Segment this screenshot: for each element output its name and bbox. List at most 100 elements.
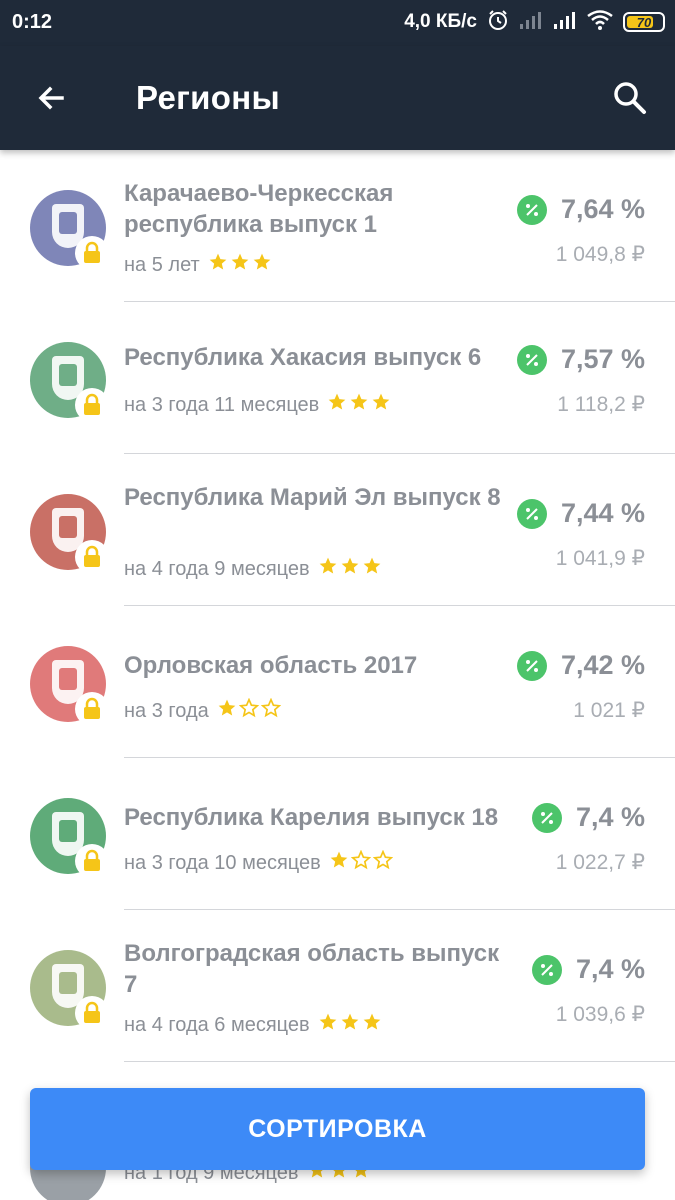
star-filled-icon [349,392,369,418]
alarm-icon [487,9,509,36]
star-outline-icon [238,697,260,724]
rating-stars [329,849,394,876]
search-button[interactable] [610,78,650,118]
yield-block: 7,4 % [531,802,645,833]
region-emblem [30,950,109,1030]
bond-term-line: на 3 года [124,697,282,724]
bond-list: Карачаево-Черкесская республика выпуск 1… [0,150,675,1062]
percent-icon [516,194,547,225]
star-filled-icon [340,556,360,582]
region-emblem [30,646,109,726]
star-filled-icon [362,556,382,582]
list-item[interactable]: Республика Марий Эл выпуск 8 на 4 года 9 … [0,454,675,606]
yield-block: 7,64 % [516,194,645,225]
list-item[interactable]: Волгоградская область выпуск 7 на 4 года … [0,910,675,1062]
list-item[interactable]: Республика Хакасия выпуск 6 на 3 года 11 … [0,302,675,454]
bond-name: Республика Карелия выпуск 18 [124,804,499,831]
list-item[interactable]: Орловская область 2017 на 3 года 7,42 % 1 0… [0,606,675,758]
percent-icon [531,954,562,985]
rating-stars [318,1012,382,1038]
bond-term-line: на 5 лет [124,252,272,278]
star-filled-icon [371,392,391,418]
star-filled-icon [252,252,272,278]
star-filled-icon [327,392,347,418]
star-filled-icon [318,1012,338,1038]
percent-icon [516,650,547,681]
lock-icon [75,540,109,574]
bond-yield: 7,42 % [560,650,645,680]
bond-yield: 7,44 % [560,498,645,528]
bond-price: 1 039,6 ₽ [555,1003,645,1026]
rating-stars [318,556,382,582]
list-item[interactable]: Карачаево-Черкесская республика выпуск 1… [0,150,675,302]
region-emblem [30,190,109,270]
star-filled-icon [362,1012,382,1038]
signal-icon [519,10,543,35]
bond-term: на 4 года 9 месяцев [124,557,310,580]
star-outline-icon [350,849,372,876]
rating-stars [217,697,282,724]
bond-price: 1 118,2 ₽ [557,393,645,416]
row-divider [124,1061,675,1062]
bond-yield: 7,4 % [575,802,645,832]
bond-term: на 3 года [124,699,209,722]
battery-icon: 70 [623,12,665,32]
bond-name: Волгоградская область выпуск 7 [124,940,500,998]
status-right: 4,0 КБ/с 70 [404,9,665,35]
search-icon [614,82,646,114]
star-filled-icon [208,252,228,278]
bond-name: Республика Марий Эл выпуск 8 [124,484,501,511]
bond-yield: 7,64 % [560,194,645,224]
signal-icon [553,10,577,35]
emblem-mark [59,516,77,538]
star-outline-icon [372,849,394,876]
star-filled-icon [230,252,250,278]
status-bar: 0:12 4,0 КБ/с 70 [0,0,675,46]
status-time: 0:12 [12,11,53,33]
lock-icon [75,388,109,422]
bond-price: 1 021 ₽ [573,699,645,722]
region-emblem [30,494,109,574]
yield-block: 7,44 % [516,498,645,529]
app-bar: Регионы [0,46,675,150]
rating-stars [327,392,391,418]
bond-term: на 4 года 6 месяцев [124,1013,310,1036]
bond-term-line: на 3 года 10 месяцев [124,849,394,876]
bond-name: Карачаево-Черкесская республика выпуск 1 [124,180,394,238]
bond-name: Республика Хакасия выпуск 6 [124,344,482,371]
list-item[interactable]: Республика Карелия выпуск 18 на 3 года 10… [0,758,675,910]
percent-icon [531,802,562,833]
back-button[interactable] [32,78,72,118]
region-emblem [30,342,109,422]
sort-button[interactable]: СОРТИРОВКА [30,1088,645,1170]
star-outline-icon [260,697,282,724]
emblem-mark [59,972,77,994]
emblem-mark [59,212,77,234]
bond-name: Орловская область 2017 [124,652,418,679]
emblem-mark [59,820,77,842]
percent-icon [516,498,547,529]
page-title: Регионы [136,79,280,116]
star-filled-icon [217,698,237,724]
percent-icon [516,344,547,375]
wifi-icon [587,9,613,35]
yield-block: 7,42 % [516,650,645,681]
rating-stars [208,252,272,278]
star-filled-icon [329,850,349,876]
battery-level: 70 [636,14,652,30]
emblem-mark [59,668,77,690]
bond-term: на 5 лет [124,253,200,276]
lock-icon [75,692,109,726]
bond-term: на 3 года 11 месяцев [124,393,320,416]
bond-term-line: на 4 года 9 месяцев [124,556,382,582]
bond-price: 1 049,8 ₽ [555,243,645,266]
bond-term-line: на 3 года 11 месяцев [124,392,391,418]
emblem-mark [59,364,77,386]
lock-icon [75,844,109,878]
star-filled-icon [318,556,338,582]
lock-icon [75,996,109,1030]
bond-yield: 7,57 % [560,344,645,374]
yield-block: 7,57 % [516,344,645,375]
lock-icon [75,236,109,270]
yield-block: 7,4 % [531,954,645,985]
